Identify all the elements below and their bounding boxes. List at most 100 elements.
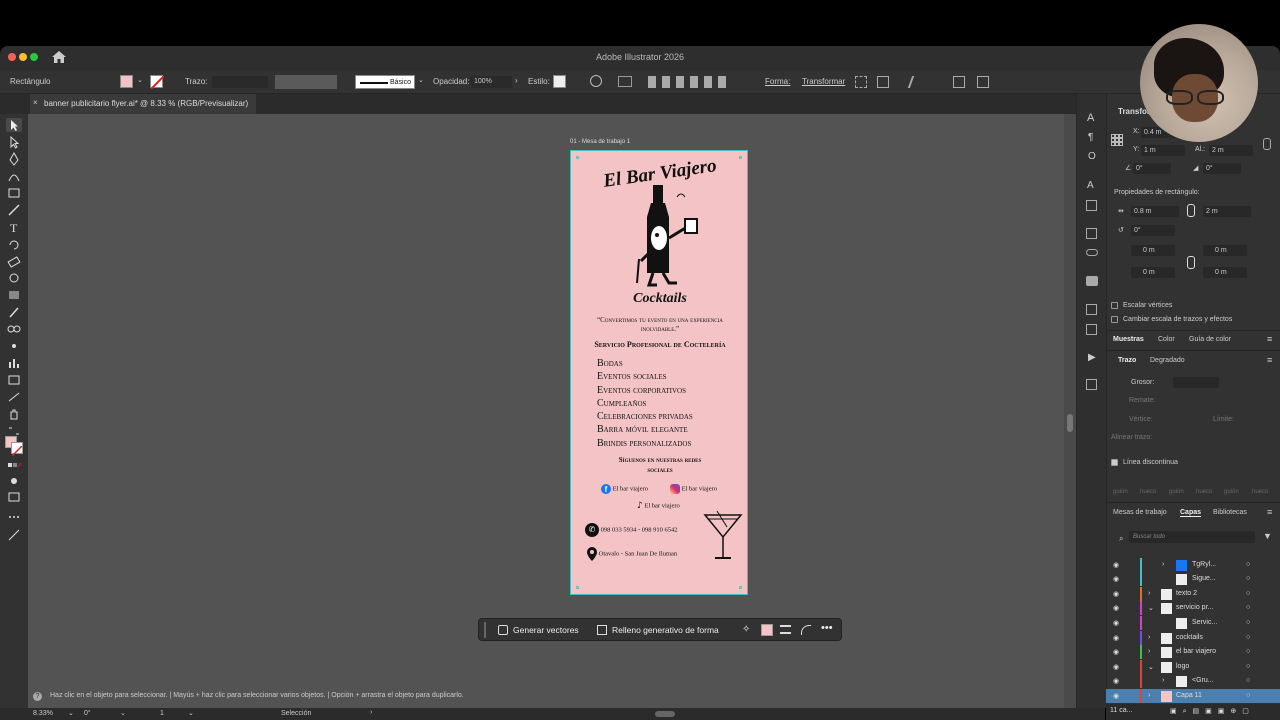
character-icon[interactable]: A <box>1087 112 1094 124</box>
chevron-down-icon[interactable]: ⌄ <box>1148 663 1154 671</box>
recolor-icon[interactable] <box>590 75 602 87</box>
filter-icon[interactable]: ▼ <box>1263 531 1272 541</box>
column-graph-tool-icon[interactable] <box>6 356 22 370</box>
fill-swatch[interactable] <box>761 624 773 636</box>
chevron-down-icon[interactable]: ⌄ <box>68 709 74 717</box>
corner-widget[interactable] <box>576 586 579 589</box>
layer-row[interactable]: ◉ › cocktails ○ <box>1106 631 1280 645</box>
zoom-level[interactable]: 8.33% <box>33 710 53 717</box>
stroke-weight-field[interactable] <box>212 76 268 88</box>
artboards-icon[interactable] <box>1086 324 1097 335</box>
corner-radius-icon[interactable] <box>801 625 811 635</box>
more-options-icon[interactable]: ••• <box>821 622 833 634</box>
drag-handle[interactable] <box>484 622 486 638</box>
target-icon[interactable]: ○ <box>1246 663 1250 670</box>
paintbrush-tool-icon[interactable] <box>6 203 22 217</box>
chain-icon[interactable] <box>1086 249 1098 256</box>
y-field[interactable]: 1 m <box>1141 145 1185 156</box>
artboard[interactable]: El Bar Viajero Cocktails “Convertimos tu… <box>570 150 748 595</box>
shear-field[interactable]: 0° <box>1203 163 1241 174</box>
target-icon[interactable]: ○ <box>1246 590 1250 597</box>
curvature-tool-icon[interactable] <box>6 169 22 183</box>
layer-row[interactable]: ◉ Servic... ○ <box>1106 616 1280 630</box>
rect-width-field[interactable]: 0.8 m <box>1131 206 1179 217</box>
horizontal-scrollbar-thumb[interactable] <box>655 711 675 717</box>
brush-definition[interactable]: Básico <box>355 75 415 89</box>
eraser-tool-icon[interactable] <box>6 254 22 268</box>
layer-row[interactable]: ◉ ⌄ logo ○ <box>1106 660 1280 674</box>
comments-icon[interactable] <box>1086 276 1098 286</box>
artboard-number[interactable]: 1 <box>160 710 164 717</box>
visibility-icon[interactable]: ◉ <box>1113 634 1119 642</box>
transform-link[interactable]: Transformar <box>802 77 845 86</box>
draw-mode-icon[interactable] <box>6 474 22 488</box>
opentype-icon[interactable]: O <box>1088 151 1096 162</box>
target-icon[interactable]: ○ <box>1246 677 1250 684</box>
generative-fill-button[interactable]: Relleno generativo de forma <box>612 625 719 635</box>
links-icon[interactable] <box>1086 228 1097 239</box>
layer-row[interactable]: ◉ › texto 2 ○ <box>1106 587 1280 601</box>
pen-options-icon[interactable] <box>907 76 927 88</box>
symbol-sprayer-tool-icon[interactable] <box>6 339 22 353</box>
align-icon[interactable] <box>780 625 791 634</box>
target-icon[interactable]: ○ <box>1246 561 1250 568</box>
artboard-tool-icon[interactable] <box>6 373 22 387</box>
selection-tool-icon[interactable] <box>6 118 22 132</box>
close-icon[interactable]: × <box>33 98 38 107</box>
chevron-right-icon[interactable]: › <box>515 76 518 85</box>
play-icon[interactable]: ▶ <box>1088 352 1096 363</box>
rotation-value[interactable]: 0° <box>84 710 91 717</box>
opacity-field[interactable]: 100% <box>470 76 512 88</box>
type-tool-icon[interactable]: T <box>6 220 22 234</box>
visibility-icon[interactable]: ◉ <box>1113 575 1119 583</box>
chevron-right-icon[interactable]: › <box>1148 634 1150 641</box>
scale-strokes-checkbox[interactable] <box>1111 316 1118 323</box>
layer-row[interactable]: ◉ Sigue... ○ <box>1106 572 1280 586</box>
panel-menu-icon[interactable] <box>977 76 989 88</box>
scrollbar-thumb[interactable] <box>1067 414 1073 432</box>
direct-selection-tool-icon[interactable] <box>6 135 22 149</box>
align-to-icon[interactable] <box>618 76 632 87</box>
tab-color-guide[interactable]: Guía de color <box>1189 336 1231 343</box>
pen-tool-icon[interactable] <box>6 152 22 166</box>
more-tools-icon[interactable] <box>6 510 22 524</box>
target-icon[interactable]: ○ <box>1246 604 1250 611</box>
hand-tool-icon[interactable] <box>6 407 22 421</box>
align-buttons-icon[interactable] <box>648 76 732 88</box>
layer-row[interactable]: ◉ › <Gru... ○ <box>1106 674 1280 688</box>
corner-radius-field[interactable]: 0 m <box>1131 245 1175 256</box>
vertical-scrollbar[interactable] <box>1064 114 1076 708</box>
weight-field[interactable] <box>1173 377 1219 388</box>
tab-layers[interactable]: Capas <box>1180 509 1202 517</box>
target-icon[interactable]: ○ <box>1246 634 1250 641</box>
reference-point-icon[interactable] <box>1111 134 1123 146</box>
angle-field[interactable]: 0° <box>1133 163 1171 174</box>
chevron-right-icon[interactable]: › <box>1148 590 1150 597</box>
shape-link[interactable]: Forma: <box>765 77 790 86</box>
rotate-tool-icon[interactable] <box>6 237 22 251</box>
chevron-right-icon[interactable]: › <box>1162 561 1164 568</box>
chevron-down-icon[interactable]: ⌄ <box>418 76 424 84</box>
corner-radius-field[interactable]: 0 m <box>1131 267 1175 278</box>
chevron-down-icon[interactable]: ⌄ <box>137 76 143 84</box>
visibility-icon[interactable]: ◉ <box>1113 663 1119 671</box>
chevron-right-icon[interactable]: › <box>370 709 372 716</box>
panel-menu-icon[interactable]: ≡ <box>1267 507 1272 517</box>
link-corners-icon[interactable] <box>1187 256 1195 269</box>
chevron-down-icon[interactable]: ⌄ <box>120 709 126 717</box>
generate-vectors-button[interactable]: Generar vectores <box>513 625 579 635</box>
isolate-icon[interactable] <box>855 76 867 88</box>
tab-artboards[interactable]: Mesas de trabajo <box>1113 509 1167 516</box>
arrange-icon[interactable] <box>877 76 889 88</box>
edit-toolbar-icon[interactable] <box>6 528 22 542</box>
panel-menu-icon[interactable]: ≡ <box>1267 334 1272 344</box>
eyedropper-tool-icon[interactable] <box>6 305 22 319</box>
link-dimensions-icon[interactable] <box>1187 204 1195 217</box>
glyphs-icon[interactable]: A <box>1087 180 1094 191</box>
layer-row-selected[interactable]: ◉ › Capa 11 ○ <box>1106 689 1280 703</box>
stroke-swatch[interactable] <box>150 75 165 90</box>
layer-row[interactable]: ◉ ⌄ servicio pr... ○ <box>1106 601 1280 615</box>
chevron-right-icon[interactable]: › <box>1162 677 1164 684</box>
history-icon[interactable] <box>1086 379 1097 390</box>
corner-widget[interactable] <box>739 156 742 159</box>
